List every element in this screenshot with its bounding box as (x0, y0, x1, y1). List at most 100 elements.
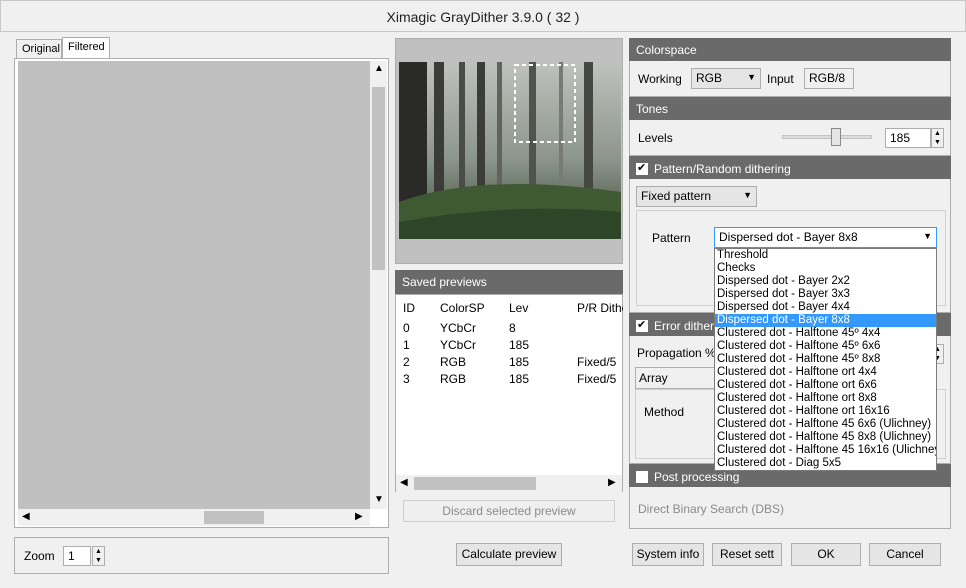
vertical-scroll-thumb[interactable] (372, 87, 385, 270)
pattern-option[interactable]: Clustered dot - Halftone 45 6x6 (Ulichne… (715, 418, 936, 431)
table-cell[interactable]: 0 (403, 321, 410, 335)
horizontal-scroll-thumb[interactable] (204, 511, 264, 524)
pattern-option[interactable]: Clustered dot - Halftone 45º 8x8 (715, 353, 936, 366)
pattern-select-value: Dispersed dot - Bayer 8x8 (719, 230, 858, 244)
scroll-left-icon[interactable]: ◀ (400, 477, 408, 488)
table-cell[interactable]: 185 (509, 338, 529, 352)
table-cell[interactable]: RGB (440, 355, 466, 369)
saved-previews-title: Saved previews (402, 275, 487, 289)
forest-preview-image[interactable] (399, 62, 621, 239)
levels-label: Levels (638, 131, 673, 145)
levels-stepper[interactable]: ▲ ▼ (931, 128, 944, 148)
working-colorspace-value: RGB (696, 71, 723, 85)
working-label: Working (638, 72, 682, 86)
saved-previews-table[interactable]: ID ColorSP Lev P/R Dithe 0 YCbCr 8 1 YCb… (395, 294, 623, 492)
stepper-down-icon[interactable]: ▼ (932, 138, 943, 147)
error-dither-checkbox[interactable] (636, 318, 648, 332)
scroll-left-icon[interactable]: ◀ (22, 511, 30, 522)
scroll-down-icon[interactable]: ▼ (374, 494, 384, 505)
dbs-label: Direct Binary Search (DBS) (638, 502, 785, 516)
chevron-down-icon: ▼ (923, 231, 932, 241)
propagation-label: Propagation % (637, 346, 716, 360)
levels-slider-thumb[interactable] (831, 128, 841, 146)
saved-previews-header: Saved previews (395, 270, 623, 294)
pattern-option[interactable]: Clustered dot - Halftone ort 4x4 (715, 366, 936, 379)
input-label: Input (767, 72, 794, 86)
pattern-dropdown-list: Threshold Checks Dispersed dot - Bayer 2x2… (714, 248, 937, 471)
post-processing-title: Post processing (654, 470, 740, 484)
ok-button[interactable]: OK (791, 543, 861, 566)
pattern-option[interactable]: Clustered dot - Halftone ort 8x8 (715, 392, 936, 405)
pattern-option[interactable]: Clustered dot - Halftone ort 16x16 (715, 405, 936, 418)
table-cell[interactable]: YCbCr (440, 321, 476, 335)
column-header-lev[interactable]: Lev (509, 301, 528, 315)
pattern-option[interactable]: Clustered dot - Halftone 45 16x16 (Ulich… (715, 444, 936, 457)
table-cell[interactable]: Fixed/5 (577, 372, 616, 386)
table-cell[interactable]: 185 (509, 355, 529, 369)
pattern-option[interactable]: Clustered dot - Diag 5x5 (715, 457, 936, 470)
zoom-stepper[interactable]: ▲ ▼ (92, 546, 105, 566)
pattern-mode-select[interactable]: Fixed pattern ▼ (636, 186, 757, 207)
input-colorspace-readout: RGB/8 (804, 68, 854, 89)
levels-slider-track[interactable] (782, 135, 872, 139)
column-header-id[interactable]: ID (403, 301, 415, 315)
horizontal-scrollbar[interactable]: ◀ ▶ (18, 509, 370, 526)
pattern-dither-title: Pattern/Random dithering (654, 162, 791, 176)
pattern-option[interactable]: Dispersed dot - Bayer 2x2 (715, 275, 936, 288)
table-cell[interactable]: 1 (403, 338, 410, 352)
discard-preview-button[interactable]: Discard selected preview (403, 500, 615, 522)
table-scroll-thumb[interactable] (414, 477, 536, 490)
table-cell[interactable]: 2 (403, 355, 410, 369)
pattern-option[interactable]: Clustered dot - Halftone 45 8x8 (Ulichne… (715, 431, 936, 444)
stepper-up-icon[interactable]: ▲ (932, 129, 943, 138)
column-header-colorsp[interactable]: ColorSP (440, 301, 485, 315)
colorspace-header: Colorspace (629, 38, 951, 61)
pattern-option[interactable]: Threshold (715, 249, 936, 262)
table-cell[interactable]: 185 (509, 372, 529, 386)
preview-thumbnail-frame (395, 38, 623, 264)
table-cell[interactable]: 8 (509, 321, 516, 335)
table-cell[interactable]: Fixed/5 (577, 355, 616, 369)
system-info-button[interactable]: System info (632, 543, 704, 566)
post-processing-checkbox[interactable] (636, 471, 648, 483)
pattern-select[interactable]: Dispersed dot - Bayer 8x8 ▼ (714, 227, 937, 248)
pattern-option[interactable]: Dispersed dot - Bayer 3x3 (715, 288, 936, 301)
cancel-button[interactable]: Cancel (869, 543, 941, 566)
levels-input[interactable]: 185 (885, 128, 931, 148)
pattern-option[interactable]: Dispersed dot - Bayer 4x4 (715, 301, 936, 314)
tab-filtered[interactable]: Filtered (62, 37, 110, 59)
table-cell[interactable]: YCbCr (440, 338, 476, 352)
stepper-down-icon[interactable]: ▼ (93, 556, 104, 565)
scroll-up-icon[interactable]: ▲ (374, 63, 384, 74)
tab-original[interactable]: Original (16, 39, 62, 59)
scroll-right-icon[interactable]: ▶ (355, 511, 363, 522)
stepper-up-icon[interactable]: ▲ (93, 547, 104, 556)
pattern-option[interactable]: Clustered dot - Halftone 45º 4x4 (715, 327, 936, 340)
zoom-group: Zoom 1 ▲ ▼ (14, 537, 389, 574)
filtered-image-panel: ▲ ▼ ◀ ▶ (14, 58, 389, 528)
array-tab-label: Array (639, 371, 668, 385)
column-header-pr-dither[interactable]: P/R Dithe (577, 301, 623, 315)
array-tab[interactable]: Array (635, 367, 725, 389)
table-cell[interactable]: RGB (440, 372, 466, 386)
pattern-label: Pattern (652, 231, 691, 245)
pattern-dither-checkbox[interactable] (636, 161, 648, 175)
method-label: Method (644, 405, 685, 419)
zoom-input[interactable]: 1 (63, 546, 91, 566)
working-colorspace-select[interactable]: RGB ▼ (691, 68, 761, 89)
calculate-preview-button[interactable]: Calculate preview (456, 543, 562, 566)
pattern-option[interactable]: Clustered dot - Halftone 45º 6x6 (715, 340, 936, 353)
table-horizontal-scrollbar[interactable]: ◀ ▶ (396, 475, 622, 492)
tab-filtered-label: Filtered (68, 41, 105, 53)
pattern-option[interactable]: Clustered dot - Halftone ort 6x6 (715, 379, 936, 392)
reset-settings-button[interactable]: Reset sett (712, 543, 782, 566)
pattern-option[interactable]: Checks (715, 262, 936, 275)
filtered-image-canvas (18, 61, 370, 509)
tones-title: Tones (636, 102, 669, 116)
pattern-option[interactable]: Dispersed dot - Bayer 8x8 (715, 314, 936, 327)
vertical-scrollbar[interactable]: ▲ ▼ (370, 61, 387, 509)
tones-group: Levels 185 ▲ ▼ (629, 120, 951, 156)
table-cell[interactable]: 3 (403, 372, 410, 386)
scroll-right-icon[interactable]: ▶ (608, 477, 616, 488)
zoom-value: 1 (68, 549, 75, 563)
